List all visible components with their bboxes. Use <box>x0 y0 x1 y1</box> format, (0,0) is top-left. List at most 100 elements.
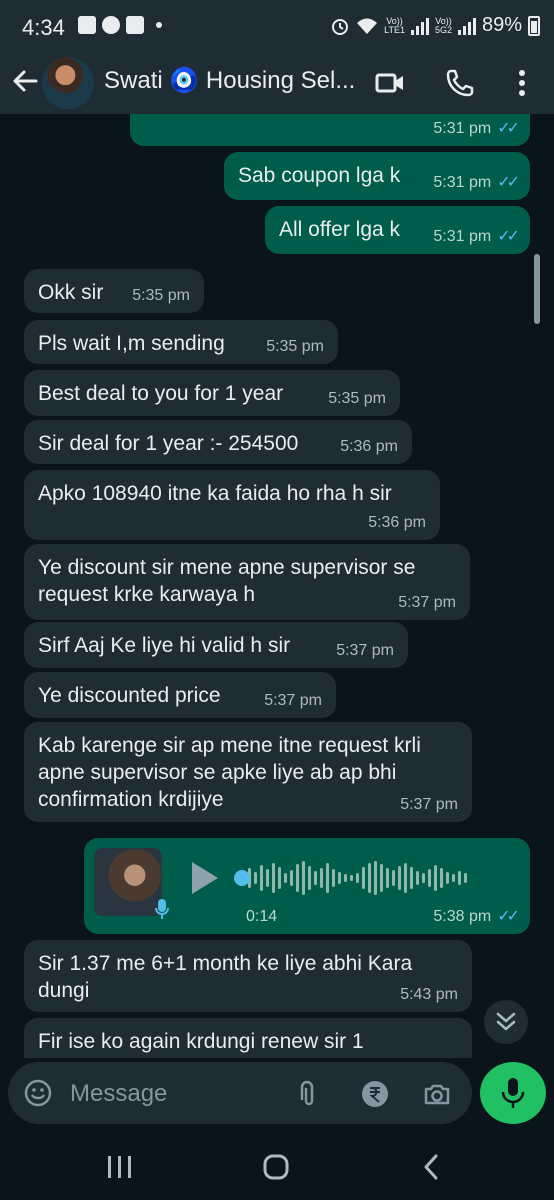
mic-icon <box>501 1078 525 1108</box>
attach-icon[interactable] <box>292 1079 322 1109</box>
video-call-icon[interactable] <box>374 67 406 99</box>
snapchat-icon <box>102 16 120 34</box>
waveform-bar <box>458 871 461 885</box>
waveform-bar <box>422 873 425 883</box>
message-bubble-in[interactable]: Sirf Aaj Ke liye hi valid h sir 5:37 pm <box>24 622 408 668</box>
waveform-bar <box>290 870 293 886</box>
message-bubble-in[interactable]: Ye discounted price 5:37 pm <box>24 672 336 718</box>
message-bubble-in[interactable]: Pls wait I,m sending 5:35 pm <box>24 320 338 364</box>
back-arrow-icon[interactable] <box>10 66 40 96</box>
play-icon[interactable] <box>192 862 218 894</box>
5g-label: Vo)) 5G2 <box>434 15 452 35</box>
waveform-bar <box>392 870 395 886</box>
message-text: Sir 1.37 me 6+1 month ke liye abhi Kara … <box>38 952 413 1002</box>
waveform-bar <box>410 867 413 889</box>
message-bubble-in-partial[interactable]: Fir ise ko again krdungi renew sir 1 <box>24 1018 472 1058</box>
message-bubble-in[interactable]: Sir 1.37 me 6+1 month ke liye abhi Kara … <box>24 940 472 1012</box>
message-text: Fir ise ko again krdungi renew sir 1 <box>38 1030 364 1053</box>
wifi-icon <box>357 18 378 34</box>
waveform-bar <box>260 865 263 891</box>
waveform-bar <box>386 868 389 888</box>
message-time: 5:36 pm <box>340 438 398 455</box>
message-bubble-in[interactable]: Okk sir 5:35 pm <box>24 269 204 313</box>
message-time: 5:31 pm ✓✓ <box>433 120 520 137</box>
message-bubble-in[interactable]: Best deal to you for 1 year 5:35 pm <box>24 370 400 416</box>
read-ticks-icon: ✓✓ <box>497 174 520 191</box>
message-text: Kab karenge sir ap mene itne request krl… <box>38 734 421 811</box>
message-time: 5:31 pm ✓✓ <box>433 174 520 191</box>
waveform-bar <box>284 873 287 883</box>
message-time: 5:36 pm <box>368 514 426 531</box>
audio-seek-handle[interactable] <box>234 870 250 886</box>
waveform-bar <box>320 868 323 888</box>
voice-message-bubble[interactable]: 0:14 5:38 pm ✓✓ <box>84 838 530 934</box>
message-time: 5:35 pm <box>266 338 324 355</box>
message-time: 5:37 pm <box>398 594 456 611</box>
message-bubble-in[interactable]: Sir deal for 1 year :- 254500 5:36 pm <box>24 420 412 464</box>
waveform-bar <box>338 872 341 884</box>
more-notifications-icon <box>156 22 162 28</box>
camera-icon[interactable] <box>422 1079 452 1109</box>
waveform-bar <box>278 867 281 889</box>
waveform-bar <box>266 869 269 887</box>
waveform-bar <box>362 867 365 889</box>
system-nav-bar <box>0 1132 554 1200</box>
message-time: 5:31 pm ✓✓ <box>433 228 520 245</box>
voicemail-icon <box>126 16 144 34</box>
message-bubble-out[interactable]: Sab coupon lga k 5:31 pm ✓✓ <box>224 152 530 200</box>
battery-percent: 89% <box>481 14 522 36</box>
message-bubble-in[interactable]: Kab karenge sir ap mene itne request krl… <box>24 722 472 822</box>
waveform-bar <box>404 863 407 893</box>
message-bubble-in[interactable]: Apko 108940 itne ka faida ho rha h sir 5… <box>24 470 440 540</box>
waveform-bar <box>296 864 299 892</box>
message-time: 5:37 pm <box>336 642 394 659</box>
contact-name[interactable]: Swati 🧿 Housing Sel... <box>104 66 366 95</box>
audio-waveform[interactable] <box>236 860 506 896</box>
waveform-bar <box>464 873 467 883</box>
message-bubble-out-partial[interactable]: 5:31 pm ✓✓ <box>130 114 530 146</box>
waveform-bar <box>380 864 383 892</box>
home-icon[interactable] <box>262 1154 290 1180</box>
read-ticks-icon: ✓✓ <box>497 120 520 137</box>
compose-bar: Message <box>0 1058 554 1132</box>
waveform-bar <box>308 866 311 890</box>
message-input[interactable]: Message <box>70 1080 167 1108</box>
rupee-payment-icon[interactable] <box>360 1079 390 1109</box>
waveform-bar <box>416 871 419 885</box>
voice-record-button[interactable] <box>480 1062 546 1124</box>
message-input-container[interactable]: Message <box>8 1062 472 1124</box>
signal-icon <box>410 17 429 35</box>
message-time: 5:37 pm <box>400 796 458 813</box>
waveform-bar <box>434 865 437 891</box>
read-ticks-icon: ✓✓ <box>497 908 520 925</box>
recent-apps-icon[interactable] <box>106 1154 134 1180</box>
back-nav-icon[interactable] <box>420 1154 444 1180</box>
status-bar: 4:34 Vo)) LTE1 Vo)) 5G2 89% <box>0 0 554 52</box>
message-time: 5:35 pm <box>132 287 190 304</box>
chat-area[interactable]: 5:31 pm ✓✓ Sab coupon lga k 5:31 pm ✓✓ All… <box>0 114 554 1058</box>
voice-call-icon[interactable] <box>444 67 476 99</box>
waveform-bar <box>398 866 401 890</box>
emoji-icon[interactable] <box>24 1079 52 1107</box>
message-bubble-out[interactable]: All offer lga k 5:31 pm ✓✓ <box>265 206 530 254</box>
message-time: 5:38 pm ✓✓ <box>433 908 520 925</box>
message-time: 5:37 pm <box>264 692 322 709</box>
scroll-to-bottom-button[interactable] <box>484 1000 528 1044</box>
waveform-bar <box>428 869 431 887</box>
clock: 4:34 <box>22 15 65 40</box>
message-bubble-in[interactable]: Ye discount sir mene apne supervisor se … <box>24 544 470 620</box>
chat-header: Swati 🧿 Housing Sel... <box>0 52 554 114</box>
message-text: Apko 108940 itne ka faida ho rha h sir <box>38 482 392 505</box>
scrollbar[interactable] <box>534 254 540 324</box>
waveform-bar <box>368 863 371 893</box>
waveform-bar <box>452 874 455 882</box>
waveform-bar <box>254 872 257 884</box>
gallery-icon <box>78 16 96 34</box>
more-options-icon[interactable] <box>506 67 538 99</box>
battery-icon <box>528 15 540 36</box>
waveform-bar <box>332 869 335 887</box>
voice-duration: 0:14 <box>246 908 278 925</box>
alarm-icon <box>332 18 349 35</box>
waveform-bar <box>302 861 305 895</box>
avatar[interactable] <box>42 57 94 109</box>
